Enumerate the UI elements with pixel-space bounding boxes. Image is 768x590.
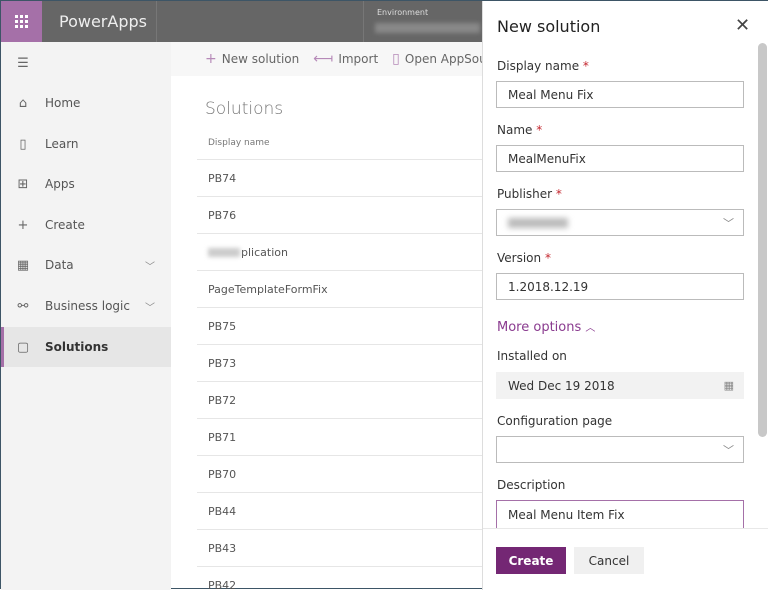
waffle-icon	[15, 15, 28, 28]
sidebar-item-label: Data	[45, 258, 74, 272]
new-solution-button[interactable]: + New solution	[205, 51, 299, 67]
plus-icon: +	[205, 51, 217, 67]
row-display-name: PB73	[208, 357, 236, 370]
table-row[interactable]: PB70	[197, 455, 482, 492]
solutions-icon: ▢	[1, 340, 45, 355]
sidebar-item-label: Business logic	[45, 299, 130, 313]
table-row[interactable]: PB74	[197, 159, 482, 196]
sidebar-item-label: Learn	[45, 137, 79, 151]
sidebar-item-business-logic[interactable]: ⚯Business logic ﹀	[1, 286, 171, 326]
table-row[interactable]: plication	[197, 233, 482, 270]
panel-footer: Create Cancel	[483, 528, 768, 590]
table-row[interactable]: PageTemplateFormFix	[197, 270, 482, 307]
table-row[interactable]: PB43	[197, 529, 482, 566]
button-label: Open AppSource	[405, 52, 482, 66]
description-label: Description	[497, 478, 565, 492]
description-textarea[interactable]: Meal Menu Item Fix	[496, 500, 744, 530]
display-name-input[interactable]: Meal Menu Fix	[496, 81, 744, 108]
command-bar: + New solution ⟻ Import ▯ Open AppSource	[171, 42, 482, 76]
row-display-name: PB71	[208, 431, 236, 444]
table-row[interactable]: PB75	[197, 307, 482, 344]
row-display-name: plication	[241, 246, 288, 259]
row-display-name: PB44	[208, 505, 236, 518]
name-label: Name *	[497, 123, 542, 137]
table-row[interactable]: PB44	[197, 492, 482, 529]
publisher-dropdown[interactable]: ﹀	[496, 209, 744, 236]
environment-picker[interactable]	[375, 23, 480, 33]
table-row[interactable]: PB42	[197, 566, 482, 590]
solutions-list: Solutions Display name PB74 PB76 plication…	[171, 76, 482, 590]
close-icon[interactable]: ✕	[735, 15, 750, 36]
sidebar-item-data[interactable]: ▦Data ﹀	[1, 245, 171, 285]
row-display-name: PB72	[208, 394, 236, 407]
sidebar-item-solutions[interactable]: ▢Solutions	[1, 327, 171, 367]
calendar-icon[interactable]: ▦	[724, 379, 734, 392]
chevron-down-icon: ﹀	[145, 258, 155, 273]
table-row[interactable]: PB71	[197, 418, 482, 455]
version-label: Version *	[497, 251, 551, 265]
row-display-name: PB74	[208, 172, 236, 185]
sidebar-item-create[interactable]: +Create	[1, 205, 171, 245]
cancel-button[interactable]: Cancel	[574, 547, 644, 574]
row-display-name: PageTemplateFormFix	[208, 283, 328, 296]
home-icon: ⌂	[1, 96, 45, 111]
table-row[interactable]: PB73	[197, 344, 482, 381]
open-appsource-button[interactable]: ▯ Open AppSource	[392, 51, 482, 67]
more-options-toggle[interactable]: More options ︿	[497, 319, 595, 335]
button-label: Import	[338, 52, 378, 66]
panel-title: New solution	[497, 17, 600, 36]
redacted-text	[208, 248, 240, 257]
hamburger-menu-button[interactable]: ☰	[1, 43, 171, 83]
table-icon: ▦	[1, 258, 45, 273]
publisher-label: Publisher *	[497, 187, 562, 201]
divider	[156, 1, 157, 42]
chevron-down-icon: ﹀	[723, 442, 734, 458]
configuration-page-label: Configuration page	[497, 414, 612, 428]
table-row[interactable]: PB72	[197, 381, 482, 418]
row-display-name: PB76	[208, 209, 236, 222]
chevron-down-icon: ﹀	[723, 215, 734, 231]
app-launcher-button[interactable]	[1, 1, 42, 42]
installed-on-field: Wed Dec 19 2018 ▦	[496, 372, 744, 399]
row-display-name: PB43	[208, 542, 236, 555]
name-input[interactable]: MealMenuFix	[496, 145, 744, 172]
shopping-bag-icon: ▯	[392, 51, 400, 67]
plus-icon: +	[1, 218, 45, 233]
button-label: New solution	[222, 52, 300, 66]
page-title: Solutions	[205, 99, 283, 119]
flow-icon: ⚯	[1, 299, 45, 314]
sidebar-item-label: Apps	[45, 177, 75, 191]
import-icon: ⟻	[313, 51, 333, 67]
publisher-value	[508, 218, 568, 228]
chevron-down-icon: ﹀	[145, 299, 155, 314]
display-name-label: Display name *	[497, 59, 589, 73]
brand-title: PowerApps	[59, 12, 147, 31]
row-display-name: PB70	[208, 468, 236, 481]
installed-on-value: Wed Dec 19 2018	[508, 379, 615, 393]
sidebar-item-label: Create	[45, 218, 85, 232]
book-icon: ▯	[1, 137, 45, 152]
environment-label: Environment	[377, 8, 428, 17]
hamburger-icon: ☰	[1, 56, 45, 71]
sidebar-item-label: Solutions	[45, 340, 108, 354]
divider	[363, 1, 364, 42]
sidebar: ☰ ⌂Home ▯Learn ⊞Apps +Create ▦Data ﹀ ⚯Bus…	[1, 42, 171, 590]
create-button[interactable]: Create	[496, 547, 566, 574]
sidebar-item-home[interactable]: ⌂Home	[1, 83, 171, 123]
column-header-display-name[interactable]: Display name	[208, 138, 270, 148]
import-button[interactable]: ⟻ Import	[313, 51, 378, 67]
table-row[interactable]: PB76	[197, 196, 482, 233]
new-solution-panel: New solution ✕ Display name * Meal Menu …	[482, 1, 768, 590]
installed-on-label: Installed on	[497, 349, 567, 363]
sidebar-item-apps[interactable]: ⊞Apps	[1, 164, 171, 204]
version-input[interactable]: 1.2018.12.19	[496, 273, 744, 300]
configuration-page-dropdown[interactable]: ﹀	[496, 436, 744, 463]
scrollbar[interactable]	[758, 43, 767, 437]
row-display-name: PB42	[208, 579, 236, 590]
sidebar-item-learn[interactable]: ▯Learn	[1, 124, 171, 164]
row-display-name: PB75	[208, 320, 236, 333]
sidebar-item-label: Home	[45, 96, 80, 110]
chevron-up-icon: ︿	[585, 323, 595, 334]
apps-icon: ⊞	[1, 177, 45, 192]
